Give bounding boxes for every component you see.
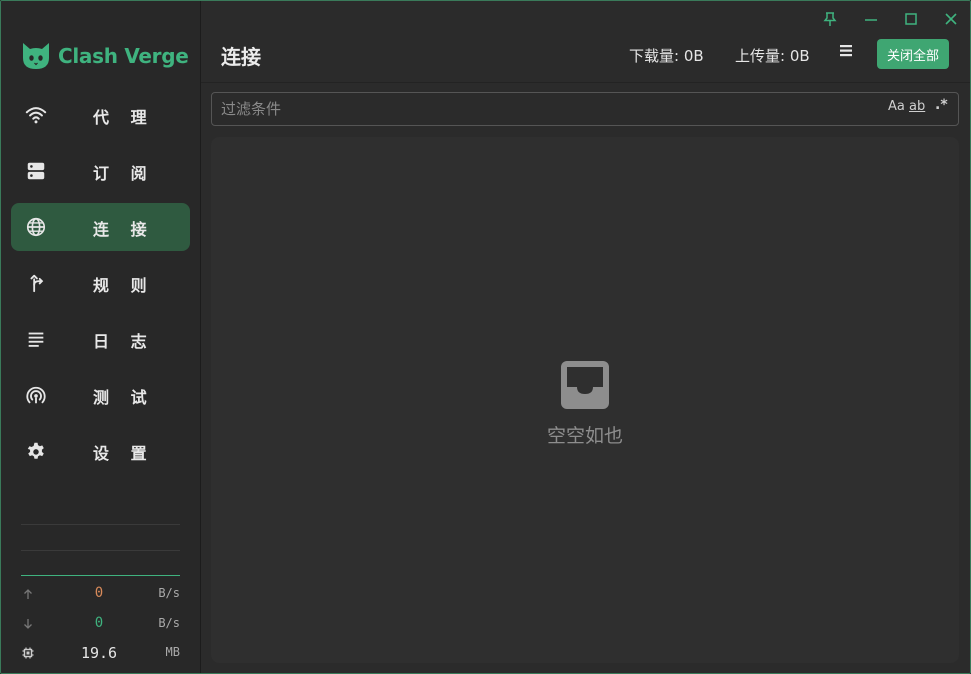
wifi-icon [25,104,47,126]
menu-lines-icon [840,45,852,57]
divider [21,550,180,551]
arrow-up-icon [21,587,35,601]
upload-total: 上传量: 0B [735,47,810,65]
header-divider [201,82,970,83]
traffic-graph-baseline [21,575,180,576]
app-name: Clash Verge [58,44,189,68]
close-window-button[interactable] [941,9,961,29]
arrow-down-icon [21,617,35,631]
upload-speed: 0 B/s [21,585,180,605]
sidebar-item-label: 日 志 [93,332,155,351]
minimize-button[interactable] [861,9,881,29]
pin-window-button[interactable] [820,9,840,29]
connections-list: 空空如也 [211,137,959,663]
download-speed-unit: B/s [158,616,180,630]
inbox-icon [560,360,610,410]
page-title: 连接 [221,45,261,69]
sidebar-item-label: 测 试 [93,388,155,407]
sidebar-item-label: 规 则 [93,276,155,295]
signal-icon [25,384,47,406]
sidebar-item-settings[interactable]: 设 置 [11,427,190,475]
maximize-icon [905,13,917,25]
app-logo: Clash Verge [20,39,189,73]
download-speed-value: 0 [94,615,104,631]
memory-usage-value: 19.6 [80,644,118,662]
close-all-button[interactable]: 关闭全部 [877,39,949,69]
pin-icon [823,12,837,26]
match-case-toggle[interactable]: Aa [888,99,905,114]
filter-input[interactable] [221,99,821,119]
minimize-icon [865,19,877,21]
sidebar-item-proxies[interactable]: 代 理 [11,91,190,139]
close-icon [945,13,957,25]
download-speed: 0 B/s [21,615,180,635]
sidebar-item-profiles[interactable]: 订 阅 [11,147,190,195]
maximize-button[interactable] [901,9,921,29]
memory-chip-icon [21,646,35,660]
main-panel: 连接 下载量: 0B 上传量: 0B 关闭全部 Aa ab .* 空空如也 [201,1,970,673]
cat-logo-icon [23,43,49,69]
sidebar-item-rules[interactable]: 规 则 [11,259,190,307]
sidebar-item-logs[interactable]: 日 志 [11,315,190,363]
empty-state-text: 空空如也 [546,425,623,447]
list-lines-icon [25,328,47,350]
download-total: 下载量: 0B [629,47,704,65]
whole-word-toggle[interactable]: ab [909,99,925,114]
sidebar-item-label: 订 阅 [93,164,155,183]
upload-speed-value: 0 [94,585,104,601]
sidebar-item-label: 代 理 [93,108,155,127]
sidebar-item-connections[interactable]: 连 接 [11,203,190,251]
regex-toggle[interactable]: .* [935,97,948,113]
view-menu-button[interactable] [838,42,856,60]
sidebar-item-label: 连 接 [93,220,155,239]
upload-speed-unit: B/s [158,586,180,600]
sidebar-nav: 代 理 订 阅 连 接 规 则 日 志 测 试 设 置 [11,91,190,483]
fork-arrow-icon [25,272,47,294]
sidebar: Clash Verge 代 理 订 阅 连 接 规 则 日 志 测 试 设 置 … [1,1,201,673]
app-window: Clash Verge 代 理 订 阅 连 接 规 则 日 志 测 试 设 置 … [0,0,971,674]
gear-icon [25,440,47,462]
memory-usage-unit: MB [165,645,180,659]
filter-box: Aa ab .* [211,92,959,126]
sidebar-item-label: 设 置 [93,444,155,463]
sidebar-item-test[interactable]: 测 试 [11,371,190,419]
server-icon [25,160,47,182]
divider [21,524,180,525]
memory-usage: 19.6 MB [21,644,180,664]
globe-icon [25,216,47,238]
